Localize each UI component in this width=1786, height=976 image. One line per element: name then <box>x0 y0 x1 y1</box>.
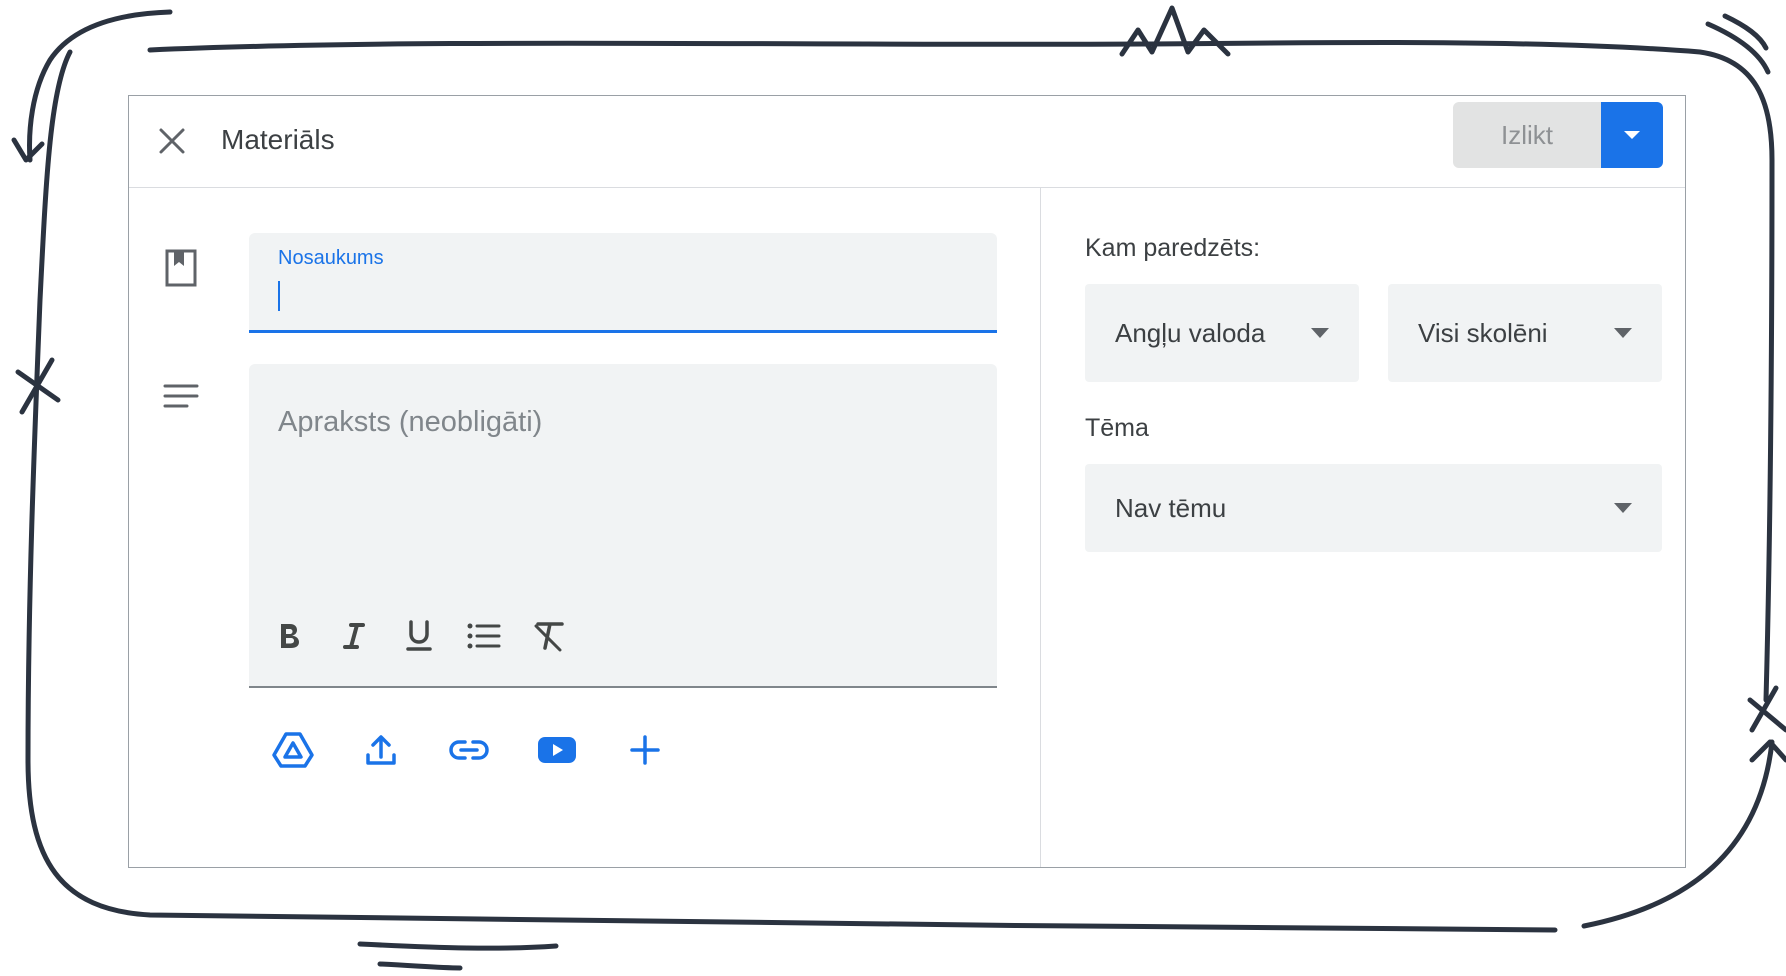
material-dialog: Materiāls Izlikt Nosaukums Apraksts (neo… <box>128 95 1686 868</box>
dropdown-arrow-icon <box>1624 131 1640 139</box>
bold-icon <box>281 624 299 648</box>
youtube-icon <box>538 737 576 763</box>
upload-icon <box>366 735 396 765</box>
add-youtube-button[interactable] <box>533 726 581 774</box>
post-button-group: Izlikt <box>1453 102 1663 168</box>
create-new-button[interactable] <box>621 726 669 774</box>
add-google-drive-button[interactable] <box>269 726 317 774</box>
underline-button[interactable] <box>395 612 443 660</box>
topic-select-value: Nav tēmu <box>1115 492 1227 523</box>
for-label: Kam paredzēts: <box>1085 234 1261 262</box>
underline-icon <box>406 620 432 651</box>
link-icon <box>449 740 489 760</box>
students-select-value: Visi skolēni <box>1418 317 1548 348</box>
post-button[interactable]: Izlikt <box>1453 102 1601 168</box>
title-field-icon <box>161 248 201 288</box>
upload-file-button[interactable] <box>357 726 405 774</box>
formatting-toolbar <box>265 612 573 660</box>
title-field[interactable]: Nosaukums <box>249 233 997 333</box>
add-link-button[interactable] <box>445 726 493 774</box>
title-input[interactable] <box>249 233 997 330</box>
add-icon <box>630 735 660 765</box>
close-button[interactable] <box>149 118 195 164</box>
bold-button[interactable] <box>265 612 313 660</box>
description-input[interactable] <box>249 364 997 604</box>
italic-button[interactable] <box>330 612 378 660</box>
post-options-button[interactable] <box>1601 102 1663 168</box>
chevron-down-icon <box>1614 503 1632 513</box>
attachment-toolbar <box>269 726 669 774</box>
topic-select[interactable]: Nav tēmu <box>1085 464 1662 552</box>
page-title: Materiāls <box>221 124 335 155</box>
description-field[interactable] <box>249 364 997 688</box>
topic-label: Tēma <box>1085 414 1149 442</box>
bulleted-list-icon <box>467 623 501 649</box>
class-select-value: Angļu valoda <box>1115 317 1266 348</box>
text-lines-icon <box>163 384 199 408</box>
description-field-icon <box>161 376 201 416</box>
italic-icon <box>343 623 365 649</box>
students-select[interactable]: Visi skolēni <box>1388 284 1662 382</box>
bookmark-icon <box>165 249 197 287</box>
vertical-divider <box>1040 188 1041 867</box>
close-icon <box>159 128 185 154</box>
class-select[interactable]: Angļu valoda <box>1085 284 1359 382</box>
dialog-header: Materiāls Izlikt <box>129 96 1685 188</box>
clear-formatting-icon <box>534 622 564 652</box>
bulleted-list-button[interactable] <box>460 612 508 660</box>
chevron-down-icon <box>1311 328 1329 338</box>
chevron-down-icon <box>1614 328 1632 338</box>
google-drive-icon <box>272 732 314 768</box>
clear-formatting-button[interactable] <box>525 612 573 660</box>
